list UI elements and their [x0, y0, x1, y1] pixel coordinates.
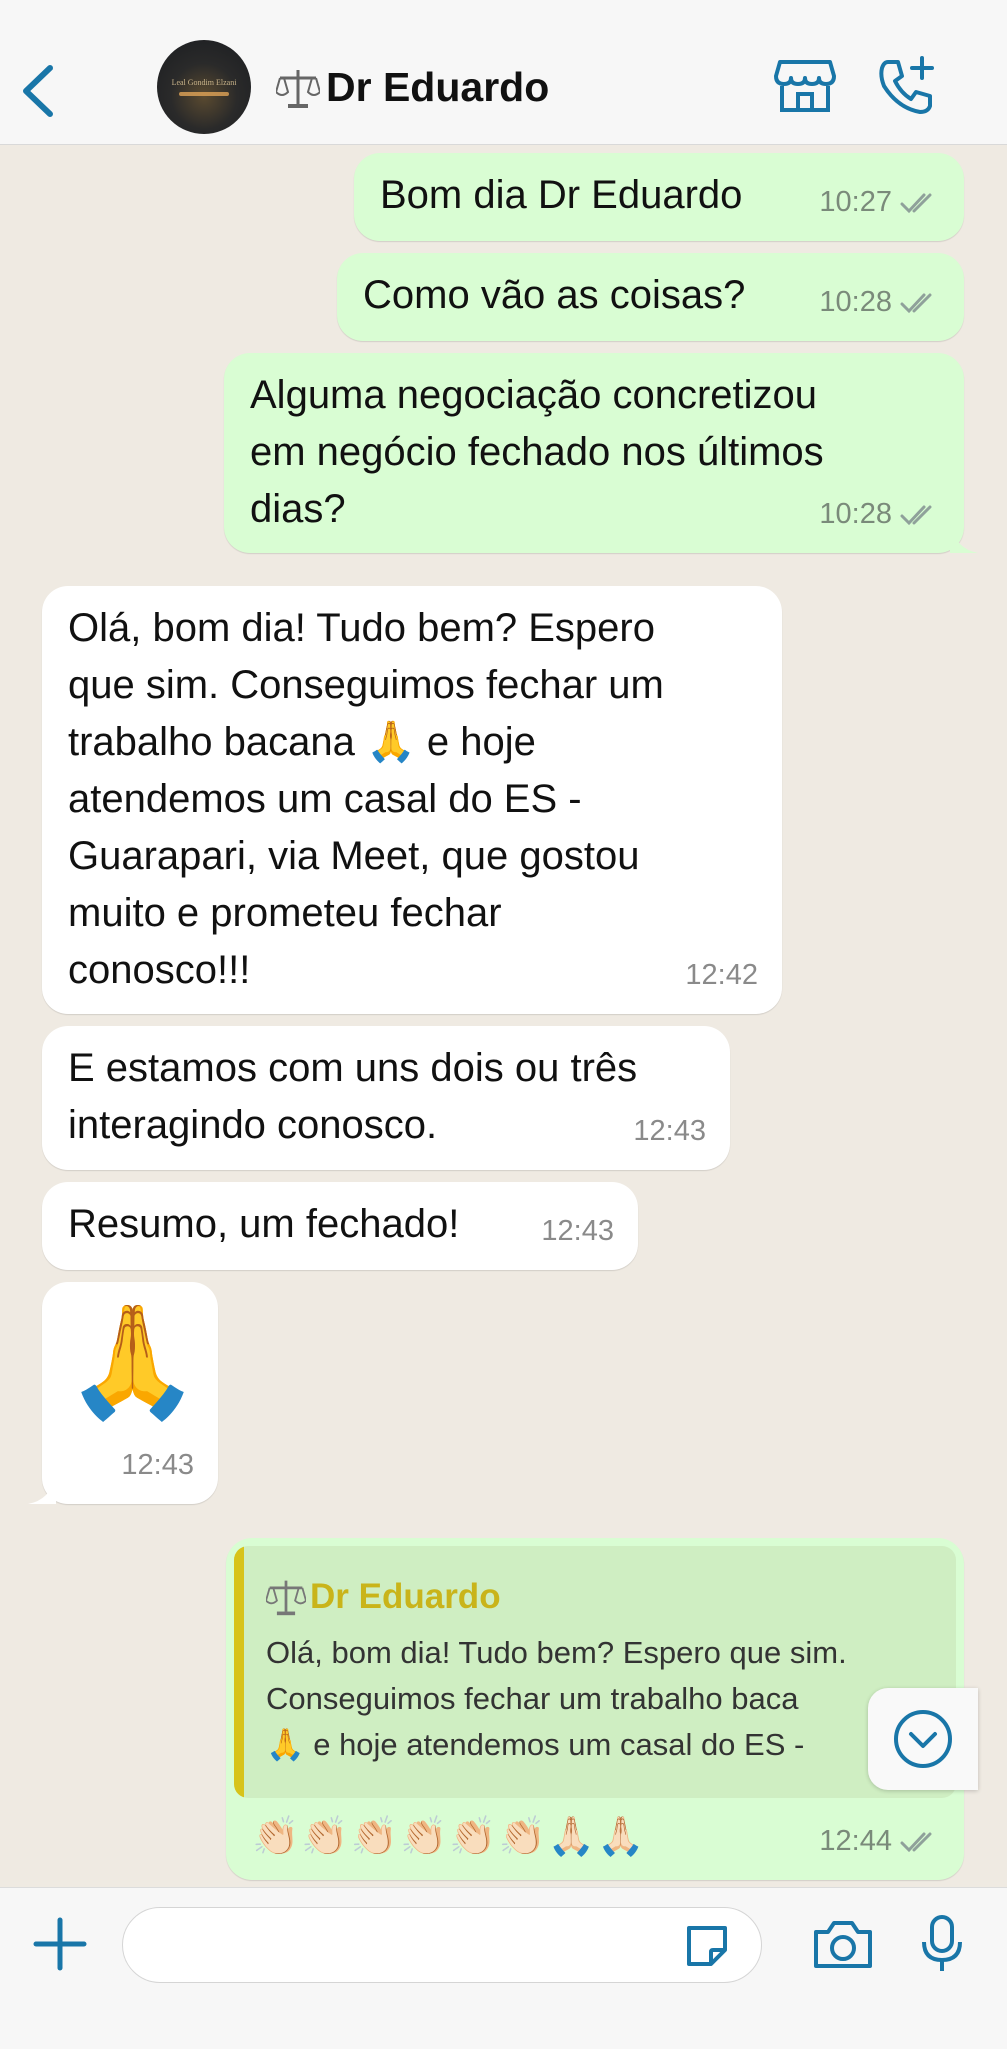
message-incoming[interactable]: Olá, bom dia! Tudo bem? Espero que sim. … — [42, 586, 782, 1014]
message-outgoing-reply[interactable]: Dr Eduardo Olá, bom dia! Tudo bem? Esper… — [226, 1538, 964, 1880]
bubble-tail — [28, 1476, 56, 1504]
read-ticks-icon — [900, 1832, 932, 1852]
contact-name-text: Dr Eduardo — [326, 64, 550, 110]
message-incoming[interactable]: E estamos com uns dois ou três interagin… — [42, 1026, 730, 1170]
message-time: 12:43 — [633, 1115, 706, 1147]
message-meta: 10:28 — [819, 274, 940, 331]
microphone-icon[interactable] — [920, 1914, 964, 1974]
message-input[interactable] — [122, 1907, 762, 1983]
message-text: Resumo, um fechado! — [68, 1202, 460, 1246]
message-time: 10:28 — [819, 286, 892, 318]
read-ticks-icon — [900, 293, 932, 313]
read-ticks-icon — [900, 193, 932, 213]
message-time: 12:43 — [541, 1215, 614, 1247]
quoted-text: Olá, bom dia! Tudo bem? Espero que sim. … — [266, 1635, 847, 1762]
quoted-sender: Dr Eduardo — [266, 1568, 501, 1625]
avatar-logo-text: Leal Gondim Elzani — [171, 78, 237, 87]
message-time: 12:44 — [819, 1825, 892, 1857]
scroll-to-bottom-button[interactable] — [868, 1688, 978, 1790]
message-text: Bom dia Dr Eduardo — [380, 173, 743, 217]
plus-icon[interactable] — [32, 1916, 88, 1972]
bubble-tail — [950, 525, 978, 553]
camera-icon[interactable] — [812, 1918, 874, 1970]
chat-header: Leal Gondim Elzani Dr Eduardo — [0, 0, 1007, 145]
message-incoming[interactable]: Resumo, um fechado! 12:43 — [42, 1182, 638, 1270]
message-text: E estamos com uns dois ou três interagin… — [68, 1046, 638, 1147]
chevron-down-circle-icon — [894, 1710, 952, 1768]
message-meta: 12:44 — [819, 1813, 940, 1870]
balance-scale-icon — [276, 69, 320, 108]
message-meta: 12:42 — [685, 947, 758, 1004]
message-meta: 10:27 — [819, 174, 940, 231]
message-outgoing[interactable]: Como vão as coisas? 10:28 — [337, 253, 964, 341]
chevron-left-icon[interactable] — [14, 58, 64, 124]
message-meta: 12:43 — [633, 1103, 706, 1160]
message-outgoing[interactable]: Bom dia Dr Eduardo 10:27 — [354, 153, 964, 241]
message-emoji: 🙏 — [64, 1300, 201, 1423]
message-outgoing[interactable]: Alguma negociação concretizou em negócio… — [224, 353, 978, 553]
balance-scale-icon — [266, 1580, 306, 1615]
message-time: 10:27 — [819, 186, 892, 218]
composer-bar — [0, 1887, 1007, 2049]
message-meta: 12:43 — [121, 1437, 194, 1494]
quoted-message[interactable]: Dr Eduardo Olá, bom dia! Tudo bem? Esper… — [234, 1546, 956, 1798]
message-text: Olá, bom dia! Tudo bem? Espero que sim. … — [68, 606, 664, 992]
storefront-icon[interactable] — [774, 56, 836, 116]
message-text: 👏🏻👏🏻👏🏻👏🏻👏🏻👏🏻🙏🏻🙏🏻 — [252, 1816, 647, 1858]
message-text: Como vão as coisas? — [363, 273, 746, 317]
message-meta: 10:28 — [819, 486, 940, 543]
message-list[interactable]: Bom dia Dr Eduardo 10:27 Como vão as coi… — [0, 145, 1007, 1887]
message-text: Alguma negociação concretizou em negócio… — [250, 373, 824, 531]
avatar[interactable]: Leal Gondim Elzani — [157, 40, 251, 134]
read-ticks-icon — [900, 505, 932, 525]
sticker-icon[interactable] — [683, 1922, 731, 1970]
message-incoming-emoji[interactable]: 🙏 12:43 — [28, 1282, 218, 1504]
message-meta: 12:43 — [541, 1203, 614, 1260]
phone-plus-icon[interactable] — [874, 54, 938, 118]
quoted-sender-name: Dr Eduardo — [310, 1577, 501, 1616]
message-time: 10:28 — [819, 498, 892, 530]
message-time: 12:43 — [121, 1449, 194, 1481]
contact-name[interactable]: Dr Eduardo — [276, 64, 549, 111]
message-time: 12:42 — [685, 959, 758, 991]
